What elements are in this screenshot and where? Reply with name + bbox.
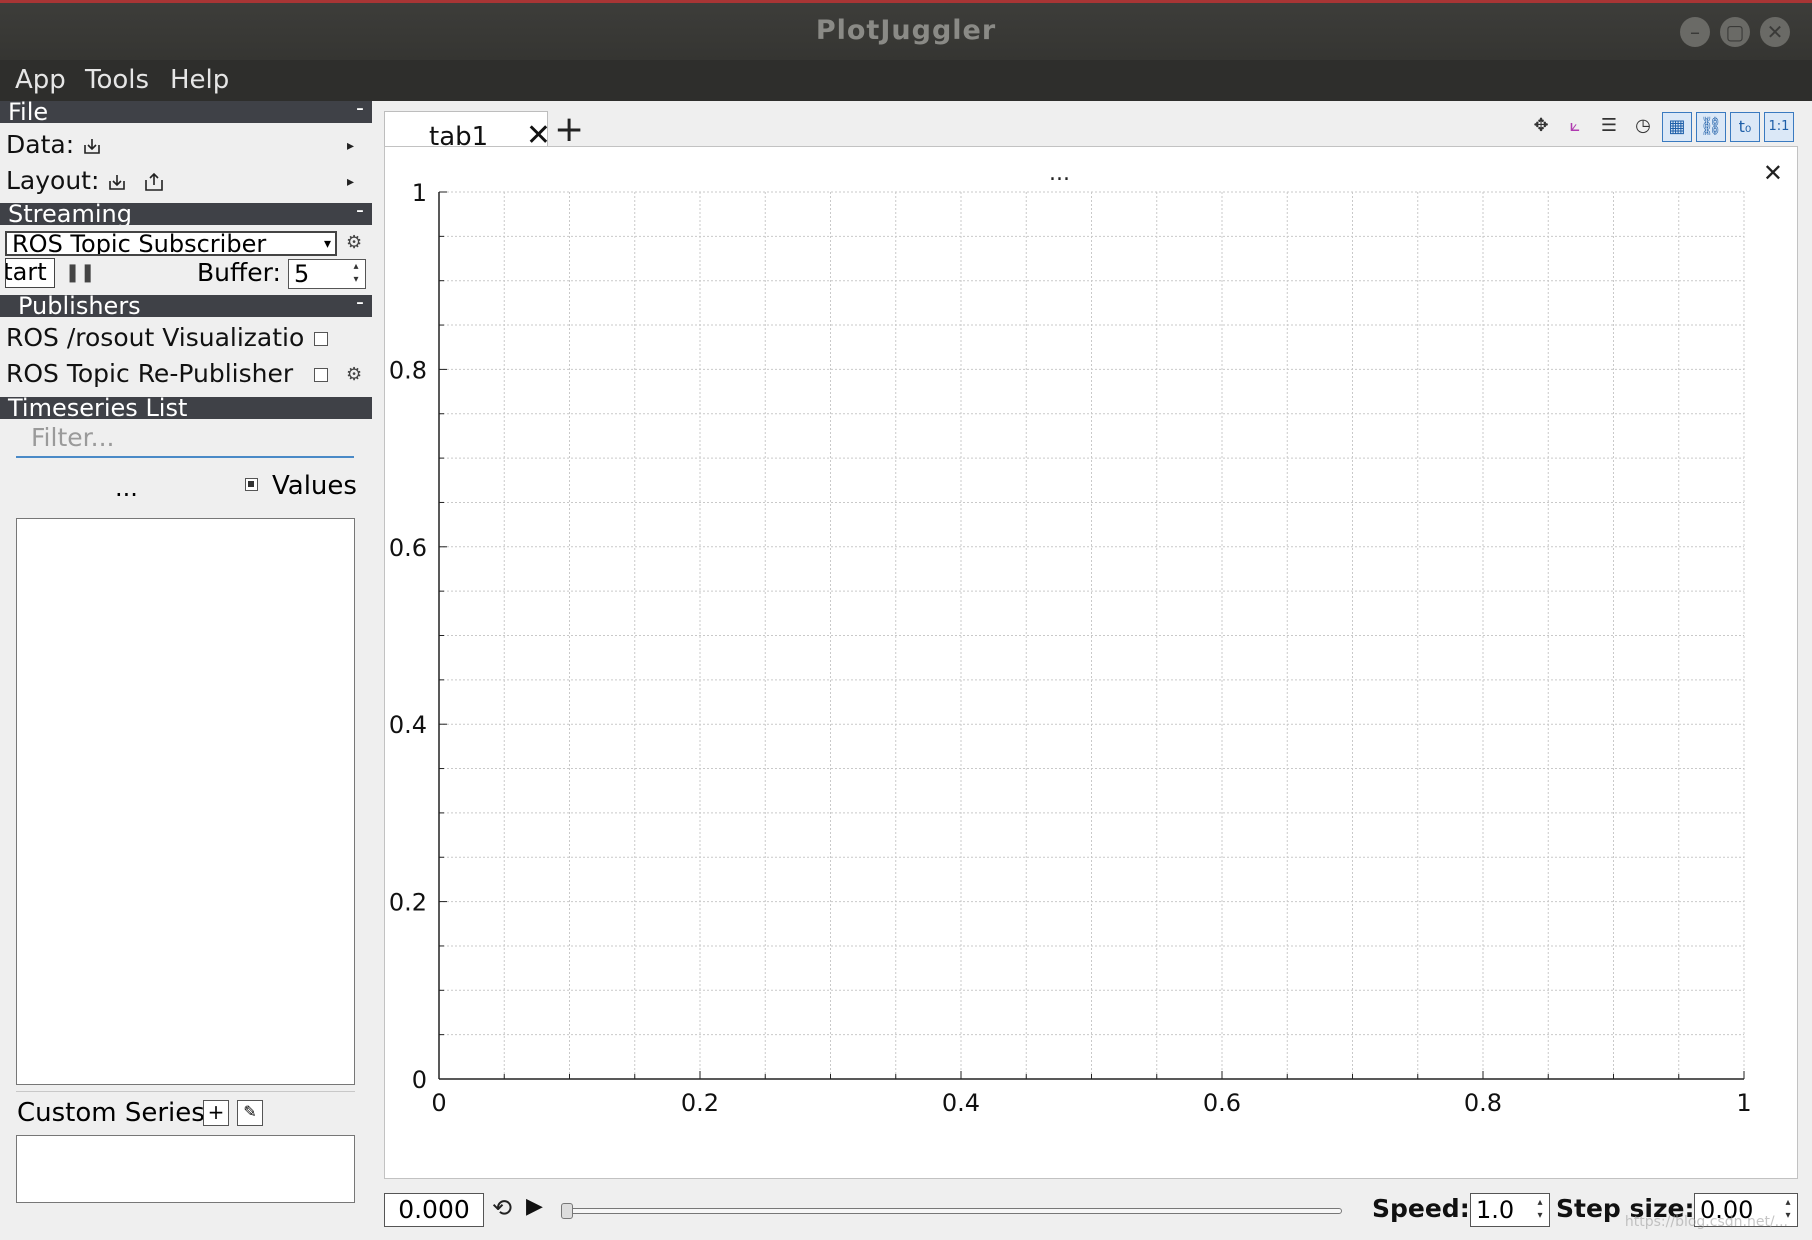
edit-custom-series-pencil-icon[interactable]: ✎: [237, 1100, 263, 1126]
streaming-source-value: ROS Topic Subscriber: [12, 231, 267, 256]
current-time-value: 0.000: [398, 1195, 470, 1224]
save-layout-icon[interactable]: [143, 171, 165, 193]
y-tick-label: 0.2: [389, 889, 427, 917]
speed-value: 1.0: [1476, 1196, 1515, 1224]
file-minimize-button[interactable]: -: [356, 101, 364, 120]
x-tick-label: 0: [431, 1089, 446, 1117]
publisher-republisher: ROS Topic Re-Publisher: [6, 359, 293, 388]
speed-spin-arrows-icon[interactable]: ▴ ▾: [1533, 1196, 1547, 1222]
values-label: Values: [272, 471, 357, 501]
file-section-header[interactable]: File -: [0, 101, 372, 123]
divider: [16, 1091, 355, 1092]
plot-canvas[interactable]: 0 0.2 0.4 0.6 0.8 1 0 0.2 0.4 0.6 0.8 1: [385, 147, 1799, 1180]
link-icon[interactable]: ⛓: [1696, 112, 1726, 142]
time-slider[interactable]: [561, 1203, 1342, 1219]
plot-frame[interactable]: ... ✕ 0 0.2 0.4 0.6 0.8 1 0 0.2 0.4 0.6 0.8 1: [384, 146, 1798, 1179]
playback-bar: 0.000 ⟲ ▶ Speed: 1.0 ▴ ▾ Step size: 0.00 …: [384, 1186, 1798, 1236]
layout-row[interactable]: Layout: ▸: [6, 166, 368, 195]
republisher-settings-gear-icon[interactable]: ⚙: [346, 364, 362, 385]
load-data-icon[interactable]: [82, 136, 102, 156]
zoom-axes-icon[interactable]: ⟀: [1560, 112, 1590, 142]
publisher-republisher-label: ROS Topic Re-Publisher: [6, 359, 294, 388]
speed-spinbox[interactable]: 1.0 ▴ ▾: [1470, 1193, 1550, 1227]
current-time-field[interactable]: 0.000: [384, 1193, 484, 1227]
main-area: tab1 ✕ + ✥ ⟀ ☰ ◷ ▦ ⛓ t₀ 1:1 ... ✕ 0 0.2 0.…: [376, 101, 1812, 1240]
aspect-ratio-icon[interactable]: 1:1: [1764, 112, 1794, 142]
y-tick-label: 0: [412, 1066, 427, 1094]
custom-series-label: Custom Series:: [17, 1098, 214, 1128]
streaming-section-header[interactable]: Streaming -: [0, 203, 372, 225]
buffer-label: Buffer:: [197, 258, 281, 287]
y-tick-label: 0.6: [389, 534, 427, 562]
load-layout-icon[interactable]: [107, 172, 127, 192]
file-header-label: File: [8, 101, 49, 123]
clock-calendar-icon[interactable]: ◷: [1628, 112, 1658, 142]
plotjuggler-window: PlotJuggler – ▢ ✕ App Tools Help File - …: [0, 0, 1812, 1240]
publishers-section-header[interactable]: Publishers -: [0, 295, 372, 317]
layout-label: Layout:: [6, 166, 100, 195]
legend-list-icon[interactable]: ☰: [1594, 112, 1624, 142]
publisher-rosout: ROS /rosout Visualization: [6, 323, 306, 352]
publisher-republisher-checkbox[interactable]: [314, 368, 328, 382]
timeseries-list[interactable]: [16, 518, 355, 1085]
play-icon[interactable]: ▶: [526, 1194, 543, 1219]
x-tick-label: 0.4: [942, 1089, 980, 1117]
streaming-header-label: Streaming: [8, 203, 132, 225]
grid-icon[interactable]: ▦: [1662, 112, 1692, 142]
publishers-minimize-button[interactable]: -: [356, 295, 364, 314]
publisher-rosout-label: ROS /rosout Visualization: [6, 323, 306, 352]
x-tick-label: 0.6: [1203, 1089, 1241, 1117]
timeseries-filter-input[interactable]: Filter...: [16, 418, 354, 458]
add-custom-series-button[interactable]: +: [203, 1100, 229, 1126]
buffer-value: 5: [294, 260, 310, 288]
values-checkbox[interactable]: [245, 478, 258, 491]
publishers-header-label: Publishers: [18, 295, 141, 317]
streaming-source-select[interactable]: ROS Topic Subscriber ▾: [5, 231, 337, 256]
speed-label: Speed:: [1372, 1194, 1470, 1223]
timeseries-section-header[interactable]: Timeseries List: [0, 397, 372, 419]
watermark: https://blog.csdn.net/...: [1624, 1214, 1788, 1230]
time-offset-icon[interactable]: t₀: [1730, 112, 1760, 142]
publisher-rosout-checkbox[interactable]: [314, 332, 328, 346]
time-slider-handle[interactable]: [561, 1203, 573, 1219]
custom-series-list[interactable]: [16, 1135, 355, 1203]
streaming-settings-gear-icon[interactable]: ⚙: [346, 232, 362, 253]
filter-placeholder: Filter...: [31, 423, 115, 452]
minimize-window-button[interactable]: –: [1680, 17, 1710, 47]
x-tick-label: 0.2: [681, 1089, 719, 1117]
pause-icon[interactable]: ❚❚: [65, 262, 95, 283]
chevron-down-icon: ▾: [323, 236, 331, 252]
y-tick-label: 0.8: [389, 356, 427, 384]
sidebar: File - Data: ▸ Layout: ▸ Streaming - ROS…: [0, 0, 374, 1240]
data-submenu-arrow[interactable]: ▸: [347, 138, 354, 154]
streaming-minimize-button[interactable]: -: [356, 203, 364, 222]
timeseries-column-dots[interactable]: ...: [115, 474, 138, 502]
x-tick-label: 0.8: [1464, 1089, 1502, 1117]
add-tab-button[interactable]: +: [554, 109, 584, 150]
timeseries-header-label: Timeseries List: [8, 397, 188, 419]
y-tick-label: 0.4: [389, 711, 427, 739]
spin-arrows-icon[interactable]: ▴ ▾: [349, 260, 363, 286]
layout-submenu-arrow[interactable]: ▸: [347, 174, 354, 190]
loop-icon[interactable]: ⟲: [492, 1194, 512, 1222]
data-label: Data:: [6, 130, 75, 159]
x-tick-label: 1: [1736, 1089, 1751, 1117]
close-window-button[interactable]: ✕: [1760, 17, 1790, 47]
move-arrows-icon[interactable]: ✥: [1526, 112, 1556, 142]
data-row[interactable]: Data: ▸: [6, 130, 368, 159]
y-tick-label: 1: [412, 179, 427, 207]
buffer-spinbox[interactable]: 5 ▴ ▾: [288, 259, 366, 289]
start-label: Start: [6, 258, 47, 286]
start-streaming-button[interactable]: Start: [5, 258, 55, 288]
maximize-window-button[interactable]: ▢: [1720, 17, 1750, 47]
